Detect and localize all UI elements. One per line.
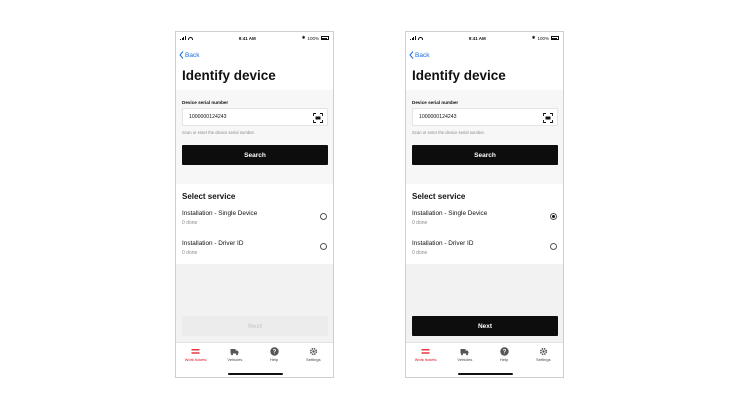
serial-value: 1000000124243 bbox=[189, 114, 227, 120]
truck-icon bbox=[460, 349, 469, 356]
chevron-left-icon bbox=[179, 51, 184, 59]
header: Back Identify device bbox=[406, 44, 563, 90]
tab-label: Vehicles bbox=[457, 357, 473, 362]
status-time: 9:41 AM bbox=[238, 35, 256, 41]
tab-label: Help bbox=[500, 357, 509, 362]
tab-label: Settings bbox=[536, 357, 551, 362]
section-title: Select service bbox=[182, 192, 236, 201]
back-label: Back bbox=[415, 51, 430, 59]
signal-icon bbox=[410, 36, 416, 40]
radio-button[interactable] bbox=[320, 213, 327, 220]
svg-text:?: ? bbox=[272, 350, 276, 356]
serial-label: Device serial number bbox=[182, 100, 229, 105]
help-icon: ? bbox=[269, 347, 279, 356]
serial-helper-text: Scan or enter the device serial number. bbox=[182, 130, 255, 135]
battery-percent: 100% bbox=[537, 35, 549, 41]
service-card: Select service Installation - Single Dev… bbox=[176, 184, 333, 264]
menu-lines-icon bbox=[191, 349, 200, 354]
help-icon: ? bbox=[499, 347, 509, 356]
tab-label: Settings bbox=[306, 357, 321, 362]
page-title: Identify device bbox=[182, 68, 276, 83]
serial-label: Device serial number bbox=[412, 100, 459, 105]
service-status: 0 done bbox=[182, 250, 198, 256]
battery-icon bbox=[550, 36, 559, 40]
tab-label: Help bbox=[270, 357, 279, 362]
status-bar: 9:41 AM ✱ 100% bbox=[176, 32, 333, 44]
battery-percent: 100% bbox=[307, 35, 319, 41]
tab-help[interactable]: ? Help bbox=[489, 347, 519, 362]
serial-input[interactable]: 1000000124243 bbox=[412, 108, 558, 126]
serial-input[interactable]: 1000000124243 bbox=[182, 108, 328, 126]
radio-button[interactable] bbox=[550, 243, 557, 250]
back-button[interactable]: Back bbox=[179, 51, 199, 59]
wifi-icon bbox=[187, 36, 193, 40]
menu-lines-icon bbox=[421, 349, 430, 354]
tab-vehicles[interactable]: Vehicles bbox=[220, 347, 250, 362]
service-status: 0 done bbox=[412, 250, 428, 256]
bluetooth-icon: ✱ bbox=[301, 35, 306, 40]
tab-settings[interactable]: Settings bbox=[298, 347, 328, 362]
service-option-single-device[interactable]: Installation - Single Device 0 done bbox=[182, 210, 327, 234]
bluetooth-icon: ✱ bbox=[531, 35, 536, 40]
service-status: 0 done bbox=[412, 220, 428, 226]
tab-label: Work tickets bbox=[414, 357, 437, 362]
tab-bar: Work tickets Vehicles ? Help Settings bbox=[176, 342, 333, 377]
chevron-left-icon bbox=[409, 51, 414, 59]
service-option-driver-id[interactable]: Installation - Driver ID 0 done bbox=[412, 240, 557, 264]
search-button[interactable]: Search bbox=[182, 145, 328, 165]
home-indicator bbox=[458, 373, 513, 375]
signal-icon bbox=[180, 36, 186, 40]
back-label: Back bbox=[185, 51, 200, 59]
radio-button[interactable] bbox=[320, 243, 327, 250]
tab-settings[interactable]: Settings bbox=[528, 347, 558, 362]
tab-vehicles[interactable]: Vehicles bbox=[450, 347, 480, 362]
barcode-scan-icon[interactable] bbox=[313, 113, 323, 123]
service-name: Installation - Driver ID bbox=[412, 240, 474, 247]
tab-work-tickets[interactable]: Work tickets bbox=[411, 347, 441, 362]
battery-icon bbox=[320, 36, 329, 40]
home-indicator bbox=[228, 373, 283, 375]
service-option-driver-id[interactable]: Installation - Driver ID 0 done bbox=[182, 240, 327, 264]
gear-icon bbox=[539, 347, 547, 356]
truck-icon bbox=[230, 349, 239, 356]
tab-bar: Work tickets Vehicles ? Help Settings bbox=[406, 342, 563, 377]
svg-text:?: ? bbox=[502, 350, 506, 356]
serial-card: Device serial number 1000000124243 Scan … bbox=[406, 90, 563, 184]
wifi-icon bbox=[417, 36, 423, 40]
gear-icon bbox=[309, 347, 317, 356]
back-button[interactable]: Back bbox=[409, 51, 429, 59]
header: Back Identify device bbox=[176, 44, 333, 90]
service-name: Installation - Single Device bbox=[182, 210, 258, 217]
serial-value: 1000000124243 bbox=[419, 114, 457, 120]
service-name: Installation - Driver ID bbox=[182, 240, 244, 247]
status-time: 9:41 AM bbox=[468, 35, 486, 41]
search-button[interactable]: Search bbox=[412, 145, 558, 165]
barcode-scan-icon[interactable] bbox=[543, 113, 553, 123]
tab-help[interactable]: ? Help bbox=[259, 347, 289, 362]
service-name: Installation - Single Device bbox=[412, 210, 488, 217]
service-card: Select service Installation - Single Dev… bbox=[406, 184, 563, 264]
phone-screen-selected: 9:41 AM ✱ 100% Back Identify device Devi… bbox=[405, 31, 564, 378]
page-title: Identify device bbox=[412, 68, 506, 83]
service-status: 0 done bbox=[182, 220, 198, 226]
service-option-single-device[interactable]: Installation - Single Device 0 done bbox=[412, 210, 557, 234]
tab-label: Vehicles bbox=[227, 357, 243, 362]
next-button[interactable]: Next bbox=[182, 316, 328, 336]
serial-helper-text: Scan or enter the device serial number. bbox=[412, 130, 485, 135]
radio-button-selected[interactable] bbox=[550, 213, 557, 220]
serial-card: Device serial number 1000000124243 Scan … bbox=[176, 90, 333, 184]
tab-label: Work tickets bbox=[184, 357, 207, 362]
status-bar: 9:41 AM ✱ 100% bbox=[406, 32, 563, 44]
section-title: Select service bbox=[412, 192, 466, 201]
phone-screen-unselected: 9:41 AM ✱ 100% Back Identify device Devi… bbox=[175, 31, 334, 378]
next-button[interactable]: Next bbox=[412, 316, 558, 336]
tab-work-tickets[interactable]: Work tickets bbox=[181, 347, 211, 362]
